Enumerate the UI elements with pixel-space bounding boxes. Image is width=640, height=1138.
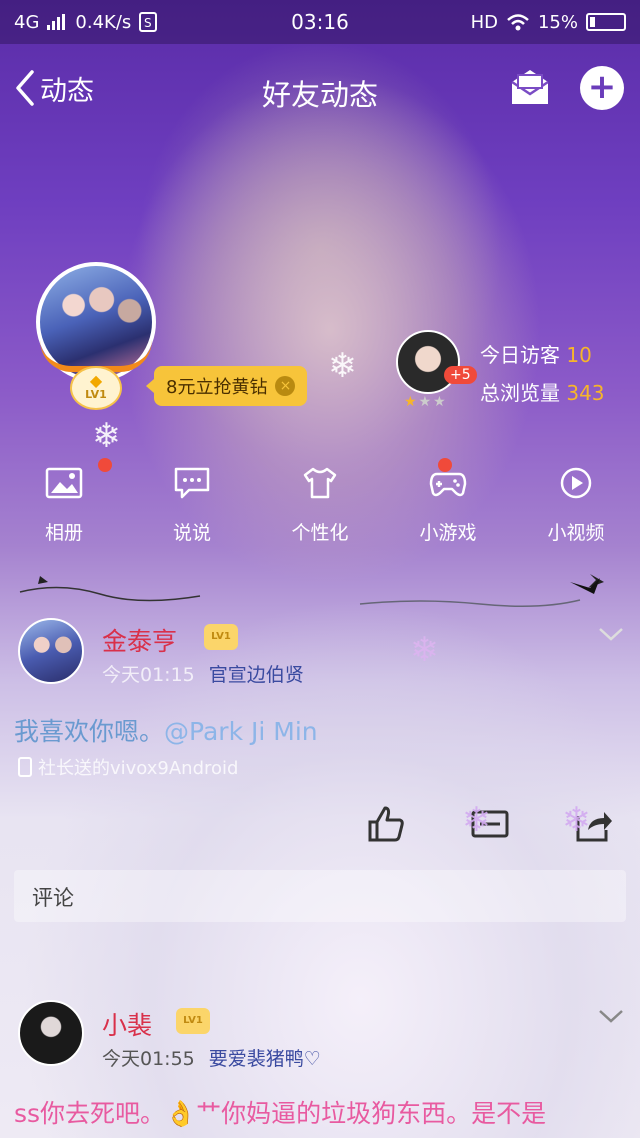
post-time: 今天01:15 <box>102 664 195 686</box>
chevron-left-icon <box>16 70 34 106</box>
visitor-stats[interactable]: 今日访客 10 总浏览量 343 <box>480 336 605 412</box>
wifi-icon <box>507 14 529 31</box>
level-badge-label: LV1 <box>85 388 107 401</box>
post-author-avatar[interactable] <box>18 618 84 684</box>
comment-time: 今天01:55 <box>102 1048 195 1070</box>
menu-item-label: 说说 <box>172 522 211 544</box>
yellow-diamond-promo[interactable]: 8元立抢黄钻 × <box>145 366 308 406</box>
battery-percent: 15% <box>537 11 578 33</box>
visitor-avatar[interactable] <box>396 330 460 394</box>
post-author-level: LV1 <box>204 624 238 650</box>
comment-tag: 要爱裴猪鸭♡ <box>208 1048 321 1070</box>
today-visitors-count: 10 <box>566 343 592 367</box>
menu-item-label: 小视频 <box>547 522 605 544</box>
total-views-count: 343 <box>566 381 605 405</box>
commenter-name[interactable]: 小裴 <box>102 1006 152 1042</box>
menu-item-album[interactable]: 相册 <box>0 458 128 545</box>
tshirt-icon <box>303 467 337 499</box>
total-views-label: 总浏览量 <box>480 381 560 405</box>
close-icon[interactable]: × <box>275 376 296 396</box>
commenter-avatar[interactable] <box>18 1000 84 1066</box>
post-text: 我喜欢你嗯。 <box>14 717 165 746</box>
post-mention[interactable]: @Park Ji Min <box>164 717 318 746</box>
chat-icon <box>174 467 210 499</box>
post-device-label: 社长送的vivox9Android <box>38 758 239 779</box>
post-device: 社长送的vivox9Android <box>18 754 238 780</box>
snowflake-decoration: ❄ <box>562 800 591 840</box>
chevron-down-icon[interactable] <box>598 1008 624 1024</box>
nav-bar: 动态 好友动态 + <box>0 58 640 122</box>
add-button[interactable]: + <box>580 66 624 110</box>
menu-item-label: 相册 <box>44 522 83 544</box>
decorative-banner <box>19 574 604 607</box>
post-meta: 今天01:15 官宣边伯贤 <box>102 660 304 687</box>
back-button[interactable]: 动态 <box>14 68 94 108</box>
svg-text:S: S <box>144 16 152 30</box>
album-icon <box>45 467 83 499</box>
notification-dot <box>438 458 452 472</box>
commenter-level: LV1 <box>176 1008 210 1034</box>
post-content: 我喜欢你嗯。@Park Ji Min <box>14 712 318 748</box>
back-label: 动态 <box>40 75 94 107</box>
message-icon[interactable] <box>508 66 552 108</box>
promo-label: 8元立抢黄钻 <box>166 377 268 398</box>
level-badge[interactable]: ◆ LV1 <box>70 366 122 410</box>
menu-item-personalize[interactable]: 个性化 <box>256 462 384 545</box>
notification-dot <box>98 458 112 472</box>
status-bar: 4G 0.4K/s S 03:16 HD 15% <box>0 0 640 44</box>
visitor-stars: ★★★ <box>404 394 448 410</box>
visitor-count-badge: +5 <box>444 366 477 384</box>
menu-item-label: 个性化 <box>291 522 349 544</box>
network-type: 4G <box>14 11 40 33</box>
menu-item-games[interactable]: 小游戏 <box>384 458 512 545</box>
quick-menu: 相册 说说 个性化 小游戏 小视频 <box>0 458 640 545</box>
total-views-row: 总浏览量 343 <box>480 374 605 412</box>
hd-indicator: HD <box>470 11 498 33</box>
play-icon <box>560 467 592 499</box>
menu-item-label: 小游戏 <box>419 522 477 544</box>
snowflake-decoration: ❄ <box>328 346 357 386</box>
today-visitors-row: 今日访客 10 <box>480 336 605 374</box>
post-author-name[interactable]: 金泰亨 <box>102 622 177 658</box>
network-speed: 0.4K/s <box>75 11 132 33</box>
snowflake-decoration: ❄ <box>410 630 439 670</box>
sim-icon: S <box>139 12 158 32</box>
today-visitors-label: 今日访客 <box>480 343 560 367</box>
phone-icon <box>18 757 32 777</box>
snowflake-decoration: ❄ <box>92 416 121 456</box>
battery-icon <box>586 13 626 31</box>
like-icon[interactable] <box>366 804 406 844</box>
post-tag: 官宣边伯贤 <box>208 664 304 686</box>
comment-text: ss你去死吧。👌艹你妈逼的垃圾狗东西。是不是 <box>14 1099 547 1128</box>
signal-icon <box>47 14 66 30</box>
snowflake-decoration: ❄ <box>462 800 491 840</box>
chevron-down-icon[interactable] <box>598 626 624 642</box>
menu-item-shuoshuo[interactable]: 说说 <box>128 462 256 545</box>
menu-item-short-video[interactable]: 小视频 <box>512 462 640 545</box>
comment-input[interactable]: 评论 <box>14 870 626 922</box>
comment-meta: 今天01:55 要爱裴猪鸭♡ <box>102 1044 321 1071</box>
